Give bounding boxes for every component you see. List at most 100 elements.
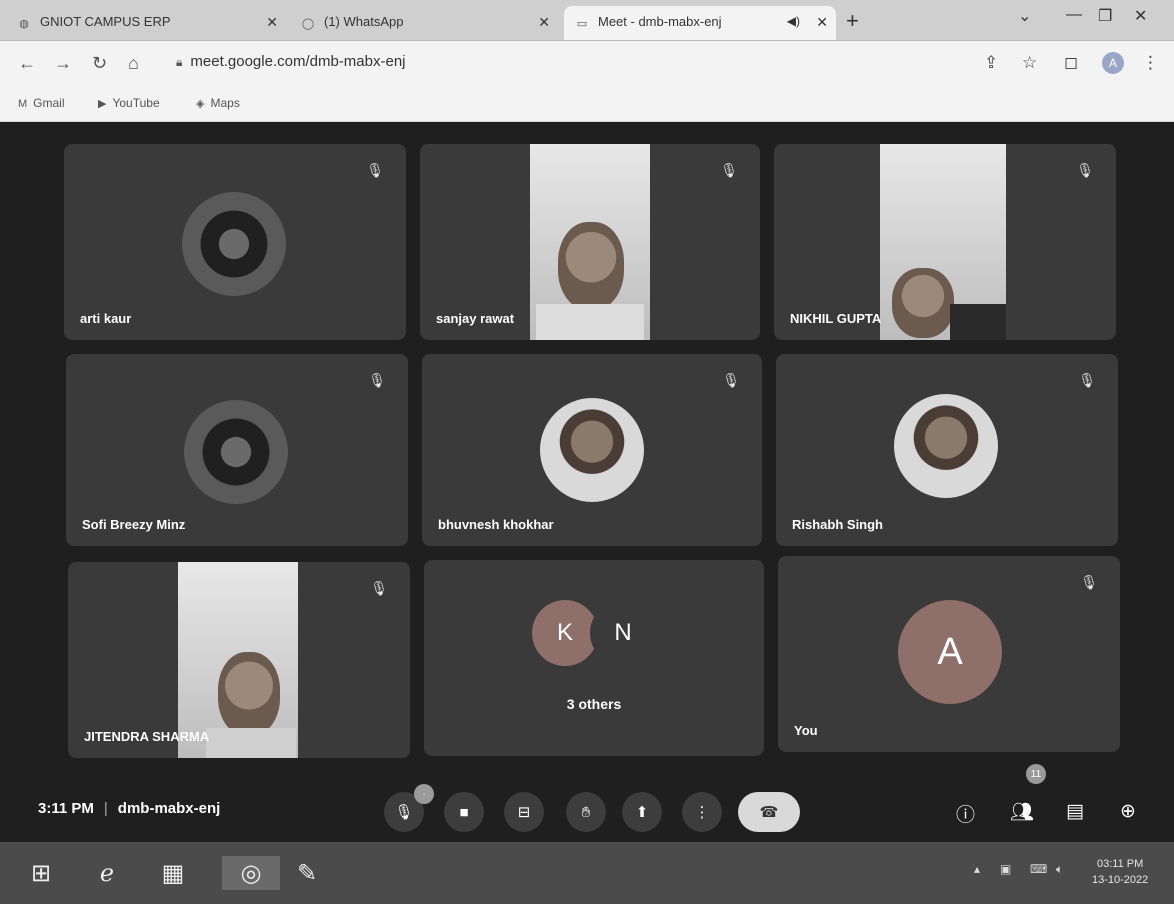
activities-icon[interactable]: ⊕ [1120,800,1136,823]
back-icon[interactable]: ← [18,53,36,74]
bookmark-maps[interactable]: ◈ Maps [196,96,240,110]
bookmark-gmail[interactable]: M Gmail [18,96,65,110]
paint-icon[interactable]: ✎ [290,856,324,890]
forward-icon[interactable]: → [54,53,72,74]
maps-icon: ◈ [196,98,205,110]
camera-toggle-button[interactable]: ■ [444,792,484,832]
participant-tile[interactable]: 🎙︎ arti kaur [64,144,406,340]
mic-off-icon: 🎙︎ [1080,574,1098,590]
mic-off-icon: 🎙︎ [368,372,386,388]
mic-off-icon: 🎙︎ [370,580,388,596]
new-tab-button[interactable]: + [846,8,859,34]
participant-video [880,144,1006,340]
avatar: K [532,600,598,666]
url-field[interactable]: 🔒︎ meet.google.com/dmb-mabx-enj [176,53,406,70]
mic-off-icon: 🎙︎ [366,162,384,178]
network-icon[interactable]: ▣ [1000,862,1011,876]
minimize-button[interactable]: — [1066,6,1082,24]
others-count-label: 3 others [566,696,622,712]
file-explorer-icon[interactable]: ▦ [156,856,190,890]
participant-count-badge: 11 [1026,764,1046,784]
tab-search-icon[interactable]: ⌄ [1018,6,1031,26]
lock-icon: 🔒︎ [176,55,183,69]
internet-explorer-icon[interactable]: ℯ [90,856,124,890]
avatar: A [898,600,1002,704]
participant-name: arti kaur [80,311,132,326]
tab-meet[interactable]: ▭ Meet - dmb-mabx-enj ◀) ✕ [564,6,836,40]
sidepanel-icon[interactable]: ◻ [1064,53,1078,73]
share-icon[interactable]: ⇪ [984,53,998,73]
volume-icon[interactable]: 🔈︎ [1056,862,1063,877]
chrome-taskbar-icon[interactable]: ◎ [222,856,280,890]
home-icon[interactable]: ⌂ [128,53,139,74]
close-icon[interactable]: ✕ [266,14,278,31]
tab-title: Meet - dmb-mabx-enj [598,14,722,29]
meet-icon: ▭ [576,17,588,30]
present-button[interactable]: ⬆ [622,792,662,832]
close-icon[interactable]: ✕ [538,14,550,31]
clock-time: 03:11 PM [1097,858,1144,870]
participant-tile[interactable]: 🎙︎ JITENDRA SHARMA [68,562,410,758]
close-icon[interactable]: ✕ [816,14,828,31]
maximize-button[interactable]: ❐ [1098,6,1112,26]
bookmarks-bar: M Gmail ▶ YouTube ◈ Maps [0,87,1174,122]
tab-whatsapp[interactable]: ◯ (1) WhatsApp ✕ [290,6,558,40]
meet-stage: 🎙︎ arti kaur 🎙︎ sanjay rawat 🎙︎ NIKHIL G… [0,122,1174,842]
raise-hand-button[interactable]: ✋︎ [566,792,606,832]
captions-icon: ⊟ [517,804,531,821]
more-vert-icon: ⋮ [694,804,710,821]
mic-off-icon: 🎙︎ [722,372,740,388]
meeting-controls-bar: 3:11 PM | dmb-mabx-enj 🎙︎ · ■ ⊟ ✋︎ ⬆ ⋮ ☎ ⓘ… [0,764,1174,842]
profile-avatar[interactable]: A [1102,52,1124,74]
participant-tile[interactable]: 🎙︎ bhuvnesh khokhar [422,354,762,546]
tab-title: (1) WhatsApp [324,14,404,29]
participant-name: JITENDRA SHARMA [84,729,210,744]
speaker-icon[interactable]: ◀) [787,14,800,28]
mic-level-badge: · [414,784,434,804]
people-icon[interactable]: 👥︎ [1010,800,1034,824]
whatsapp-icon: ◯ [301,17,315,30]
participant-name: Rishabh Singh [792,517,883,532]
chat-icon[interactable]: ▤ [1066,800,1084,823]
participant-name: sanjay rawat [436,311,515,326]
reload-icon[interactable]: ↻ [92,53,107,74]
participant-tile[interactable]: 🎙︎ Sofi Breezy Minz [66,354,408,546]
clock-date: 13-10-2022 [1092,874,1149,886]
avatar [540,398,644,502]
mic-off-icon: 🎙︎ [394,804,414,821]
close-window-button[interactable]: ✕ [1134,6,1147,26]
address-bar: ← → ↻ ⌂ 🔒︎ meet.google.com/dmb-mabx-enj ⇪… [0,41,1174,87]
system-clock[interactable]: 03:11 PM 13-10-2022 [1092,856,1148,888]
tab-gniot-erp[interactable]: ◍ GNIOT CAMPUS ERP ✕ [6,6,286,40]
avatar: N [590,600,656,666]
gmail-icon: M [18,98,28,110]
tray-expand-icon[interactable]: ▴ [974,862,980,876]
participant-name: bhuvnesh khokhar [438,517,554,532]
participant-tile-others[interactable]: K N 3 others [424,560,764,756]
meeting-details-icon[interactable]: ⓘ [956,800,975,827]
participant-tile-self[interactable]: A 🎙︎ You [778,556,1120,752]
captions-button[interactable]: ⊟ [504,792,544,832]
participant-video [530,144,650,340]
avatar [184,400,288,504]
menu-icon[interactable]: ⋮ [1142,53,1159,73]
more-options-button[interactable]: ⋮ [682,792,722,832]
participant-tile[interactable]: 🎙︎ NIKHIL GUPTA [774,144,1116,340]
participant-name: You [794,723,818,738]
windows-start-icon[interactable]: ⊞ [24,856,58,890]
keyboard-icon[interactable]: ⌨ [1030,862,1047,876]
meeting-time: 3:11 PM [38,800,94,817]
end-call-button[interactable]: ☎ [738,792,800,832]
avatar [894,394,998,498]
participant-name: Sofi Breezy Minz [82,517,186,532]
star-icon[interactable]: ☆ [1022,53,1037,73]
phone-hangup-icon: ☎ [759,804,779,821]
bookmark-youtube[interactable]: ▶ YouTube [98,96,160,110]
participant-tile[interactable]: 🎙︎ sanjay rawat [420,144,760,340]
participant-tile[interactable]: 🎙︎ Rishabh Singh [776,354,1118,546]
mic-off-icon: 🎙︎ [1076,162,1094,178]
hand-icon: ✋︎ [581,803,591,821]
avatar [182,192,286,296]
mic-off-icon: 🎙︎ [720,162,738,178]
present-icon: ⬆ [635,804,649,821]
